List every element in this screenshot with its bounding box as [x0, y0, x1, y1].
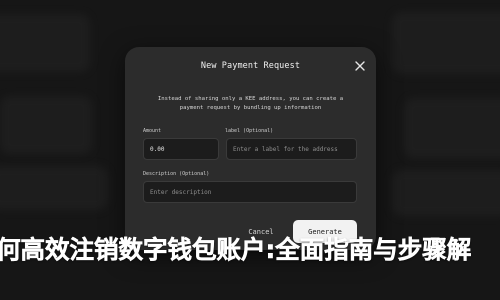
overlay-headline: 何高效注销数字钱包账户:全面指南与步骤解	[0, 235, 472, 265]
amount-input[interactable]	[143, 138, 219, 160]
label-field-label: label (Optional)	[225, 128, 274, 134]
background-block	[392, 170, 500, 216]
background-block	[0, 166, 108, 210]
background-block	[404, 98, 500, 158]
background-block	[392, 12, 500, 74]
description-input[interactable]	[143, 181, 357, 203]
payment-request-modal: New Payment Request Instead of sharing o…	[125, 47, 376, 250]
modal-title: New Payment Request	[200, 61, 301, 71]
amount-label: Amount	[143, 128, 162, 134]
background-block	[0, 96, 92, 154]
close-icon[interactable]	[354, 60, 366, 72]
modal-description: Instead of sharing only a KEE address, y…	[157, 96, 344, 111]
background-block	[0, 14, 90, 72]
label-input[interactable]	[226, 138, 357, 160]
description-field-label: Description (Optional)	[143, 171, 210, 177]
